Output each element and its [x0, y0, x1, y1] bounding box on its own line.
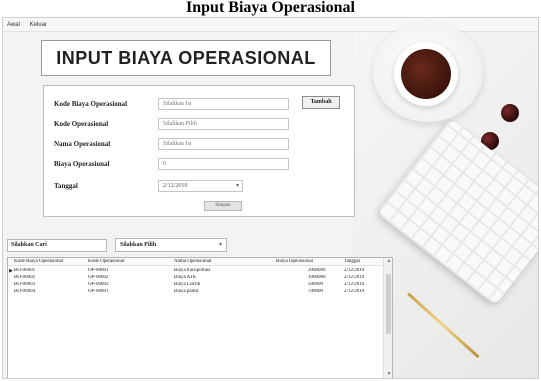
- biaya-operasional-input[interactable]: 0: [158, 158, 289, 170]
- menu-item-keluar[interactable]: Keluar: [26, 18, 51, 32]
- label-biaya-operasional: Biaya Operasional: [54, 160, 110, 168]
- table-cell: 500000: [308, 282, 323, 287]
- search-label: Silahkan Cari: [7, 239, 107, 252]
- label-kode-biaya-operasional: Kode Biaya Operasional: [54, 100, 128, 108]
- table-cell: Biaya transportasi: [174, 268, 211, 273]
- table-cell: 2/12/2019: [344, 289, 365, 294]
- search-filter-value: Silahkan Pilih: [120, 242, 157, 248]
- table-cell: BO-00002: [14, 275, 36, 280]
- kode-biaya-operasional-input[interactable]: Silahkan Isi: [158, 98, 289, 110]
- table-cell: 1000000: [308, 275, 326, 280]
- tanggal-value: 2/12/2019: [163, 183, 188, 189]
- scroll-thumb[interactable]: [386, 274, 391, 334]
- table-cell: Biaya parkir: [174, 289, 199, 294]
- cherry-image: [501, 104, 519, 122]
- page-heading: Input Biaya Operasional: [186, 0, 355, 16]
- tanggal-date-picker[interactable]: 2/12/2019 ▾: [158, 180, 243, 192]
- label-nama-operasional: Nama Operasional: [54, 140, 111, 148]
- search-filter-select[interactable]: Silahkan Pilih ▾: [115, 238, 227, 252]
- kode-operasional-input[interactable]: Silahkan Pilih: [158, 118, 289, 130]
- label-kode-operasional: Kode Operasional: [54, 120, 109, 128]
- table-cell: BO-00001: [14, 268, 36, 273]
- column-header[interactable]: Kode Operasional: [88, 259, 144, 264]
- title-panel: INPUT BIAYA OPERASIONAL: [41, 40, 331, 76]
- tambah-button[interactable]: Tambah: [302, 96, 340, 109]
- table-cell: Biaya ATK: [174, 275, 197, 280]
- column-header[interactable]: Kode Biaya Operasional: [14, 259, 76, 264]
- table-cell: OP-00002: [88, 275, 109, 280]
- coffee-image: [401, 49, 451, 99]
- menu-item-awal[interactable]: Awal: [3, 18, 24, 32]
- table-row[interactable]: ▶ BO-00001 OP-00001 Biaya transportasi 2…: [8, 268, 392, 274]
- label-tanggal: Tanggal: [54, 182, 78, 190]
- chevron-down-icon[interactable]: ▾: [219, 239, 222, 251]
- table-cell: BO-00004: [14, 289, 36, 294]
- app-window: Awal Keluar INPUT BIAYA OPERASIONAL Kode…: [2, 17, 539, 379]
- column-header[interactable]: Biaya Operasional: [276, 259, 330, 264]
- table-cell: OP-00001: [88, 289, 109, 294]
- form-row-biaya-operasional: Biaya Operasional 0: [44, 158, 354, 174]
- column-header[interactable]: Nama Operasional: [174, 259, 236, 264]
- table-row[interactable]: BO-00002 OP-00002 Biaya ATK 1000000 2/12…: [8, 275, 392, 281]
- scroll-up-icon[interactable]: ▲: [384, 258, 392, 266]
- table-row[interactable]: BO-00003 OP-00003 Biaya Listrik 500000 2…: [8, 282, 392, 288]
- keyboard-image: [376, 118, 538, 306]
- data-grid[interactable]: Kode Biaya Operasional Kode Operasional …: [7, 257, 393, 378]
- chevron-down-icon[interactable]: ▾: [236, 181, 239, 191]
- form-row-kode-operasional: Kode Operasional Silahkan Pilih: [44, 118, 354, 134]
- table-cell: 2/12/2019: [344, 282, 365, 287]
- table-cell: OP-00003: [88, 282, 109, 287]
- table-cell: 2/12/2019: [344, 268, 365, 273]
- table-cell: BO-00003: [14, 282, 36, 287]
- input-form: Kode Biaya Operasional Silahkan Isi Kode…: [43, 85, 355, 217]
- form-row-nama-operasional: Nama Operasional Silahkan Isi: [44, 138, 354, 154]
- column-header[interactable]: Tanggal: [344, 259, 374, 264]
- pen-image: [406, 292, 480, 359]
- form-row-tanggal: Tanggal 2/12/2019 ▾: [44, 180, 354, 196]
- grid-scrollbar[interactable]: ▲ ▼: [383, 258, 392, 378]
- table-row[interactable]: BO-00004 OP-00001 Biaya parkir 700000 2/…: [8, 289, 392, 295]
- simpan-button[interactable]: Simpan: [204, 201, 242, 211]
- nama-operasional-input[interactable]: Silahkan Isi: [158, 138, 289, 150]
- scroll-down-icon[interactable]: ▼: [384, 371, 392, 378]
- table-cell: OP-00001: [88, 268, 109, 273]
- table-cell: Biaya Listrik: [174, 282, 201, 287]
- table-cell: 2000000: [308, 268, 326, 273]
- table-cell: 2/12/2019: [344, 275, 365, 280]
- table-cell: 700000: [308, 289, 323, 294]
- grid-header: Kode Biaya Operasional Kode Operasional …: [8, 258, 392, 266]
- page-title: INPUT BIAYA OPERASIONAL: [56, 47, 316, 68]
- row-selector-icon: ▶: [9, 269, 13, 274]
